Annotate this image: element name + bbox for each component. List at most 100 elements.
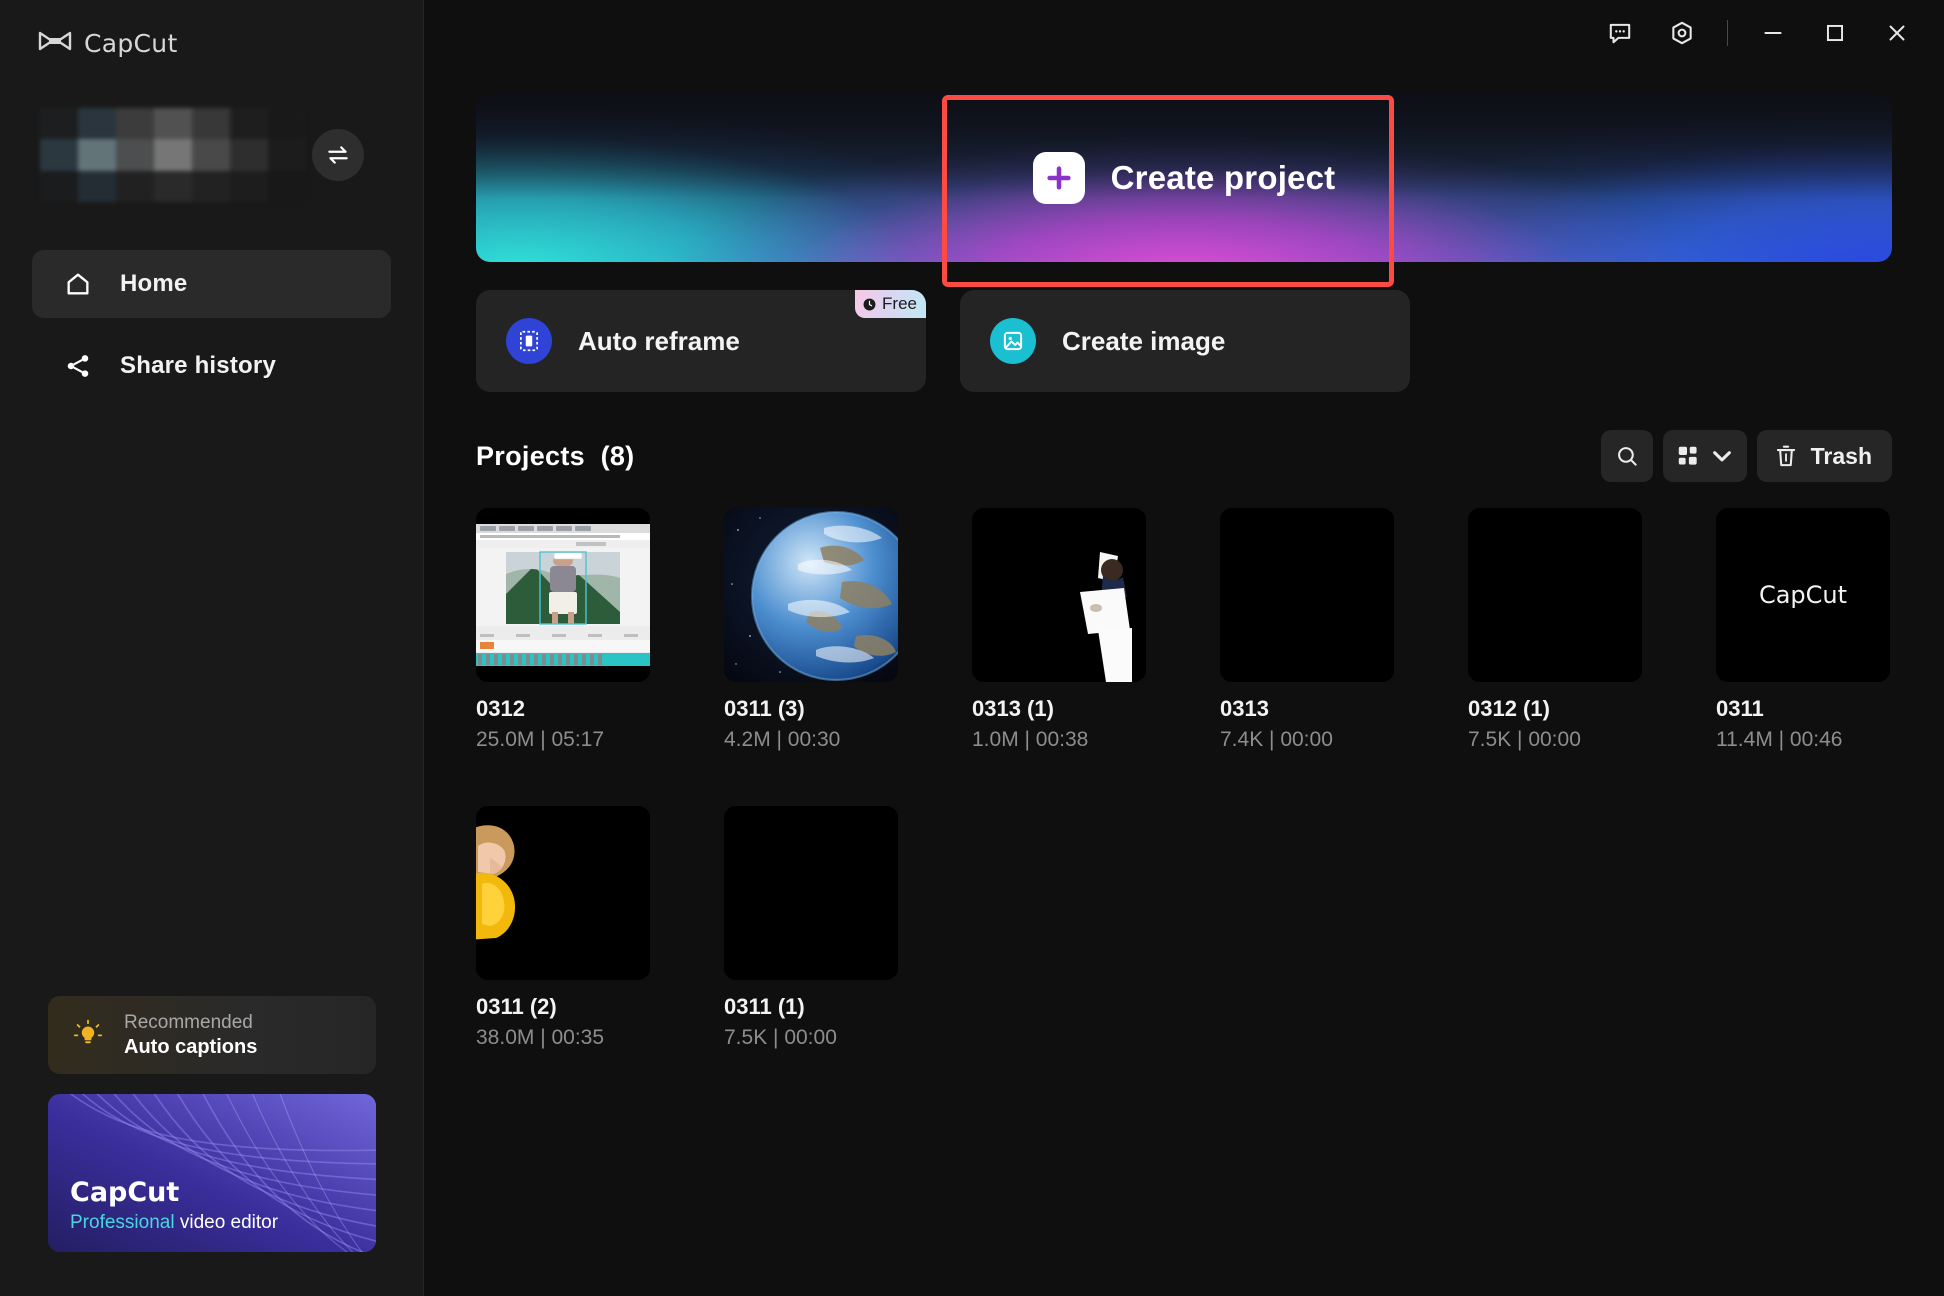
auto-reframe-label: Auto reframe xyxy=(578,326,740,357)
promo-subtitle-accent: Professional xyxy=(70,1212,175,1233)
trash-icon xyxy=(1773,443,1799,469)
project-name: 0311 xyxy=(1716,696,1890,722)
quick-action-tiles: Auto reframe Free xyxy=(476,290,1892,392)
recommended-title: Auto captions xyxy=(124,1036,257,1059)
sidebar-item-share-history[interactable]: Share history xyxy=(32,332,391,400)
auto-reframe-tile[interactable]: Auto reframe Free xyxy=(476,290,926,392)
feedback-button[interactable] xyxy=(1589,7,1651,59)
capcut-home-window: CapCut Home xyxy=(0,0,1944,1296)
close-button[interactable] xyxy=(1866,7,1928,59)
capcut-logo-icon xyxy=(38,30,72,56)
create-image-label: Create image xyxy=(1062,326,1225,357)
home-content: Create project Auto reframe xyxy=(424,66,1944,1296)
sidebar-promos: Recommended Auto captions xyxy=(48,996,376,1252)
maximize-button[interactable] xyxy=(1804,7,1866,59)
project-name: 0312 xyxy=(476,696,650,722)
projects-title: Projects (8) xyxy=(476,441,634,472)
view-mode-button[interactable] xyxy=(1663,430,1747,482)
hexagon-gear-icon xyxy=(1669,20,1695,46)
chevron-down-icon xyxy=(1709,443,1735,469)
create-project-label: Create project xyxy=(1111,159,1336,197)
capcut-pro-promo-card[interactable]: CapCut Professional video editor xyxy=(48,1094,376,1252)
free-badge: Free xyxy=(855,290,926,318)
project-name: 0311 (2) xyxy=(476,994,650,1020)
promo-subtitle-rest: video editor xyxy=(175,1212,279,1233)
project-meta: 1.0M | 00:38 xyxy=(972,728,1146,752)
create-image-tile[interactable]: Create image xyxy=(960,290,1410,392)
project-meta: 7.5K | 00:00 xyxy=(1468,728,1642,752)
swap-arrows-icon xyxy=(325,142,351,168)
share-icon xyxy=(64,352,92,380)
image-icon xyxy=(990,318,1036,364)
settings-button[interactable] xyxy=(1651,7,1713,59)
promo-title: CapCut xyxy=(70,1177,278,1208)
recommended-auto-captions-card[interactable]: Recommended Auto captions xyxy=(48,996,376,1074)
home-icon xyxy=(64,270,92,298)
titlebar-divider xyxy=(1727,20,1728,46)
recommended-eyebrow: Recommended xyxy=(124,1012,257,1034)
profile-redacted-block xyxy=(40,108,306,202)
sidebar-nav: Home Share history xyxy=(0,250,423,400)
minimize-button[interactable] xyxy=(1742,7,1804,59)
project-card[interactable]: 0313 (1) 1.0M | 00:38 xyxy=(972,508,1146,752)
project-thumbnail[interactable] xyxy=(724,508,898,682)
black-thumb xyxy=(724,806,898,980)
project-thumbnail[interactable] xyxy=(972,508,1146,682)
project-meta: 7.5K | 00:00 xyxy=(724,1026,898,1050)
clock-icon xyxy=(862,297,877,312)
sidebar-item-home-label: Home xyxy=(120,270,187,298)
editor-screenshot-thumb xyxy=(476,508,650,682)
maximize-icon xyxy=(1822,20,1848,46)
app-logo-text: CapCut xyxy=(84,29,178,58)
person-white-thumb xyxy=(972,508,1146,682)
project-thumbnail[interactable] xyxy=(724,806,898,980)
project-card[interactable]: 0313 7.4K | 00:00 xyxy=(1220,508,1394,752)
project-name: 0313 (1) xyxy=(972,696,1146,722)
lightbulb-icon xyxy=(70,1017,106,1053)
project-thumbnail[interactable] xyxy=(476,806,650,980)
window-titlebar xyxy=(424,0,1944,66)
project-meta: 7.4K | 00:00 xyxy=(1220,728,1394,752)
project-meta: 4.2M | 00:30 xyxy=(724,728,898,752)
project-meta: 11.4M | 00:46 xyxy=(1716,728,1890,752)
project-meta: 38.0M | 00:35 xyxy=(476,1026,650,1050)
search-button[interactable] xyxy=(1601,430,1653,482)
project-card[interactable]: CapCut 0311 11.4M | 00:46 xyxy=(1716,508,1890,752)
project-name: 0311 (3) xyxy=(724,696,898,722)
reframe-icon xyxy=(506,318,552,364)
project-card[interactable]: 0311 (1) 7.5K | 00:00 xyxy=(724,806,898,1050)
project-card[interactable]: 0311 (2) 38.0M | 00:35 xyxy=(476,806,650,1050)
black-thumb xyxy=(1220,508,1394,682)
close-icon xyxy=(1884,20,1910,46)
trash-label: Trash xyxy=(1811,443,1872,470)
projects-toolbar: Trash xyxy=(1601,430,1892,482)
create-project-banner[interactable]: Create project xyxy=(476,94,1892,262)
projects-header: Projects (8) xyxy=(476,430,1892,482)
project-card[interactable]: 0311 (3) 4.2M | 00:30 xyxy=(724,508,898,752)
profile-area[interactable] xyxy=(0,92,423,204)
promo-subtitle: Professional video editor xyxy=(70,1212,278,1234)
trash-button[interactable]: Trash xyxy=(1757,430,1892,482)
chat-bubble-icon xyxy=(1607,20,1633,46)
project-name: 0313 xyxy=(1220,696,1394,722)
project-thumbnail[interactable]: CapCut xyxy=(1716,508,1890,682)
sidebar-item-share-history-label: Share history xyxy=(120,352,276,380)
grid-view-icon xyxy=(1675,443,1701,469)
switch-account-button[interactable] xyxy=(312,129,364,181)
project-card[interactable]: 0312 (1) 7.5K | 00:00 xyxy=(1468,508,1642,752)
project-name: 0311 (1) xyxy=(724,994,898,1020)
sidebar-item-home[interactable]: Home xyxy=(32,250,391,318)
free-badge-label: Free xyxy=(882,294,917,314)
project-meta: 25.0M | 05:17 xyxy=(476,728,650,752)
create-project-button[interactable]: Create project xyxy=(476,94,1892,262)
main-area: Create project Auto reframe xyxy=(424,0,1944,1296)
project-card[interactable]: 0312 25.0M | 05:17 xyxy=(476,508,650,752)
black-thumb xyxy=(1468,508,1642,682)
project-thumbnail[interactable] xyxy=(1468,508,1642,682)
sidebar: CapCut Home xyxy=(0,0,424,1296)
search-icon xyxy=(1614,443,1640,469)
project-thumbnail[interactable] xyxy=(1220,508,1394,682)
plus-icon xyxy=(1033,152,1085,204)
project-thumbnail[interactable] xyxy=(476,508,650,682)
minimize-icon xyxy=(1760,20,1786,46)
